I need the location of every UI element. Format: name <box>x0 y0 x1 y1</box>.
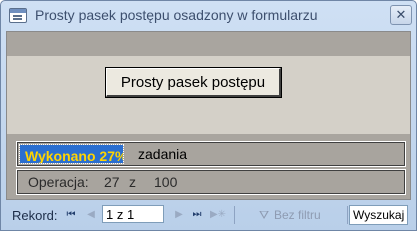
progress-bar: Wykonano 27% zadania <box>16 141 406 167</box>
title-bar[interactable]: Prosty pasek postępu osadzony w formular… <box>1 1 416 31</box>
progress-task-text: zadania <box>138 146 188 162</box>
operation-status: Operacja: 27 z 100 <box>16 169 406 195</box>
search-input[interactable]: Wyszukaj <box>349 205 408 225</box>
funnel-icon: ⛛ <box>259 208 270 222</box>
close-icon: ✕ <box>395 7 407 22</box>
progress-done-text: Wykonano 27% <box>25 148 123 163</box>
form-icon <box>9 8 27 23</box>
new-record-icon[interactable]: ▶✳ <box>208 207 228 221</box>
no-filter-button[interactable]: ⛛ Bez filtru <box>238 205 346 225</box>
filter-label: Bez filtru <box>274 208 321 222</box>
record-label: Rekord: <box>12 208 58 223</box>
close-button[interactable]: ✕ <box>390 5 412 25</box>
next-record-icon[interactable]: ▶ <box>172 207 186 221</box>
simple-progress-button[interactable]: Prosty pasek postępu <box>105 67 282 98</box>
last-record-icon[interactable]: ⏭ <box>190 207 204 221</box>
form-client-area: Prosty pasek postępu Wykonano 27% zadani… <box>6 31 411 200</box>
operation-current: 27 <box>104 174 120 190</box>
operation-label: Operacja: <box>28 174 89 190</box>
form-footer: Wykonano 27% zadania Operacja: 27 z 100 <box>7 134 410 199</box>
window-title: Prosty pasek postępu osadzony w formular… <box>35 7 318 23</box>
operation-total: 100 <box>154 174 178 190</box>
nav-divider <box>234 206 235 224</box>
record-navigation-bar: Rekord: ⏮ ◀ ▶ ⏭ ▶✳ ⛛ Bez filtru Wyszukaj <box>6 203 411 227</box>
operation-separator: z <box>129 174 136 190</box>
form-window: Prosty pasek postępu osadzony w formular… <box>0 0 417 231</box>
form-detail: Prosty pasek postępu <box>7 56 410 134</box>
nav-divider <box>347 206 348 224</box>
previous-record-icon[interactable]: ◀ <box>84 207 98 221</box>
form-header <box>7 32 410 56</box>
first-record-icon[interactable]: ⏮ <box>64 207 78 221</box>
record-position-input[interactable] <box>102 205 164 223</box>
progress-bar-fill: Wykonano 27% <box>19 144 124 164</box>
